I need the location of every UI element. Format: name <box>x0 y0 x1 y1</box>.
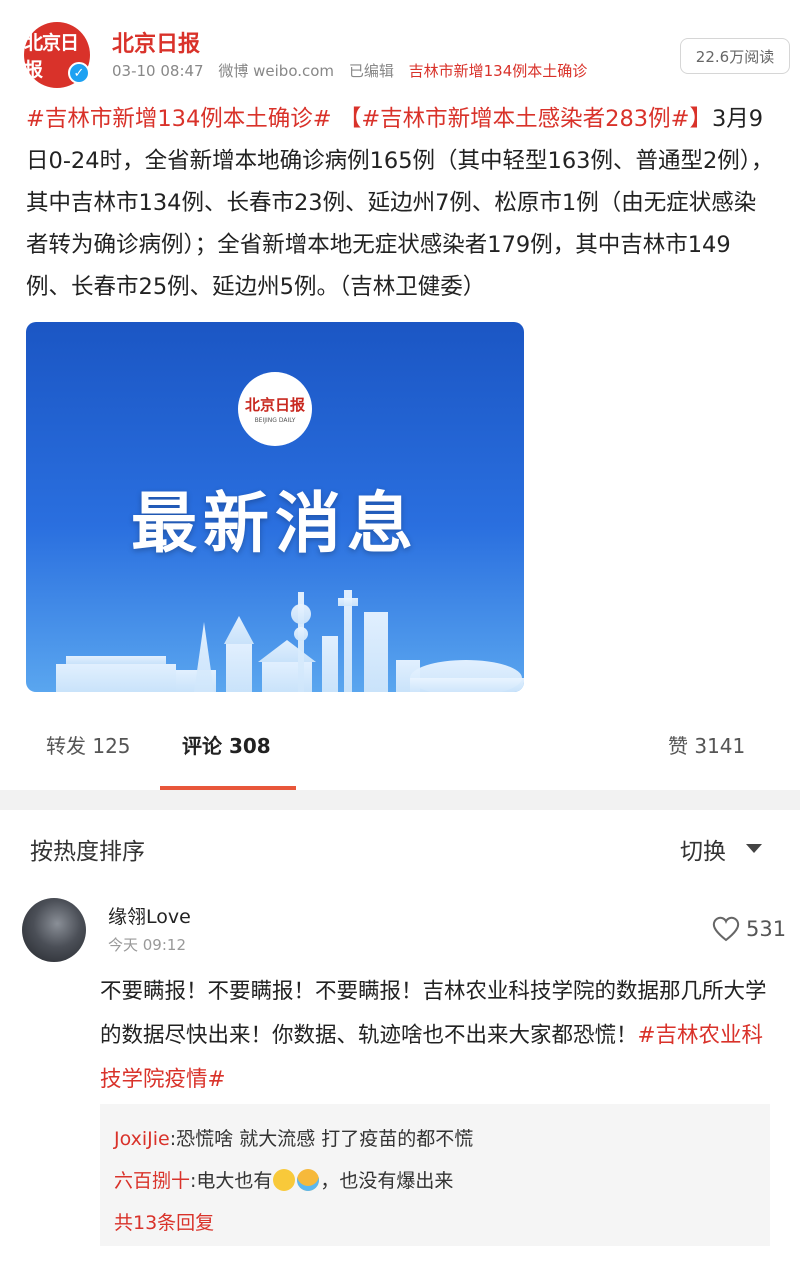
tab-like[interactable]: 赞 3141 <box>668 730 745 759</box>
topic-link[interactable]: 吉林市新增134例本土确诊 <box>409 62 588 80</box>
reply-text: :电大也有 <box>190 1170 273 1192</box>
reply-item[interactable]: JoxiJie:恐慌啥 就大流感 打了疫苗的都不慌 <box>114 1118 756 1160</box>
comment-like-count: 531 <box>746 917 787 941</box>
beijing-daily-logo: 北京日报 BEIJING DAILY <box>238 372 312 446</box>
tab-comment[interactable]: 评论 308 <box>182 730 271 759</box>
post-source: 微博 weibo.com <box>218 62 335 80</box>
chevron-down-icon[interactable] <box>746 844 762 853</box>
tab-repost[interactable]: 转发 125 <box>46 730 131 759</box>
sad-face-emoji-icon <box>273 1169 296 1191</box>
comment-time: 今天 09:12 <box>108 936 186 954</box>
city-skyline-illustration <box>56 590 524 692</box>
reply-username[interactable]: JoxiJie <box>114 1128 170 1150</box>
sort-label: 按热度排序 <box>30 839 145 865</box>
verified-badge-icon: ✓ <box>68 62 90 84</box>
hashtag-bracket-link[interactable]: 【#吉林市新增本土感染者283例#】 <box>339 106 712 132</box>
comment-text: 不要瞒报！不要瞒报！不要瞒报！吉林农业科技学院的数据那几所大学的数据尽快出来！你… <box>100 979 767 1092</box>
reply-item[interactable]: 六百捌十:电大也有 ，也没有爆出来 <box>114 1160 756 1202</box>
post-time: 03-10 08:47 <box>112 62 204 80</box>
heart-icon <box>712 916 740 942</box>
comment-like-button[interactable]: 531 <box>712 916 786 942</box>
sort-switch-button[interactable]: 切换 <box>680 832 726 866</box>
more-replies-link[interactable]: 共13条回复 <box>114 1202 756 1244</box>
post-body: #吉林市新增134例本土确诊# 【#吉林市新增本土感染者283例#】3月9日0-… <box>26 98 774 308</box>
reply-text: :恐慌啥 就大流感 打了疫苗的都不慌 <box>169 1128 474 1150</box>
post-body-text: 3月9日0-24时，全省新增本地确诊病例165例（其中轻型163例、普通型2例）… <box>26 106 774 300</box>
reply-username[interactable]: 六百捌十 <box>114 1170 190 1192</box>
edited-label: 已编辑 <box>348 62 394 80</box>
reply-text-end: ，也没有爆出来 <box>320 1170 454 1192</box>
commenter-avatar[interactable] <box>22 898 86 962</box>
section-divider <box>0 790 800 810</box>
read-count-badge: 22.6万阅读 <box>680 38 790 74</box>
news-image[interactable]: 北京日报 BEIJING DAILY 最新消息 <box>26 322 524 692</box>
crying-face-emoji-icon <box>297 1169 320 1191</box>
post-meta: 03-10 08:47 微博 weibo.com 已编辑 吉林市新增134例本土… <box>112 60 597 81</box>
hashtag-link[interactable]: #吉林市新增134例本土确诊# <box>26 106 332 132</box>
replies-box[interactable]: JoxiJie:恐慌啥 就大流感 打了疫苗的都不慌 六百捌十:电大也有 ，也没有爆… <box>100 1104 770 1246</box>
commenter-name[interactable]: 缘翎Love <box>108 902 191 929</box>
author-name[interactable]: 北京日报 <box>112 26 200 58</box>
